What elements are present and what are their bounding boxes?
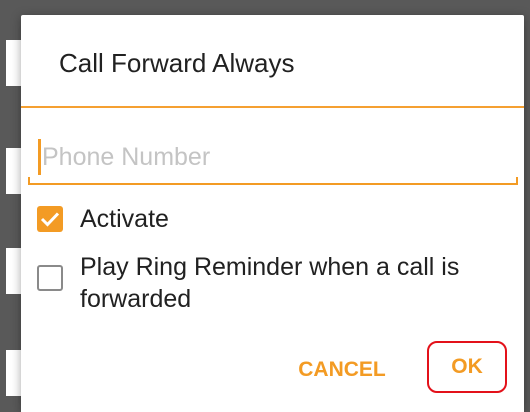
call-forward-dialog: Call Forward Always Activate Play Ring R… (21, 15, 524, 412)
phone-number-input[interactable] (42, 137, 502, 177)
cancel-button[interactable]: CANCEL (287, 355, 397, 385)
activate-row[interactable]: Activate (37, 203, 169, 235)
checkmark-icon (40, 212, 60, 227)
ring-reminder-row[interactable]: Play Ring Reminder when a call is forwar… (37, 251, 507, 315)
ring-reminder-checkbox[interactable] (37, 265, 63, 291)
title-divider (21, 106, 524, 108)
ring-reminder-label: Play Ring Reminder when a call is forwar… (80, 253, 460, 313)
field-underline (28, 183, 518, 185)
activate-checkbox[interactable] (37, 206, 63, 232)
activate-label: Activate (80, 205, 169, 233)
text-cursor (38, 139, 41, 175)
ok-button[interactable]: OK (427, 341, 507, 393)
dialog-title: Call Forward Always (59, 48, 295, 78)
phone-number-field[interactable] (28, 135, 518, 185)
